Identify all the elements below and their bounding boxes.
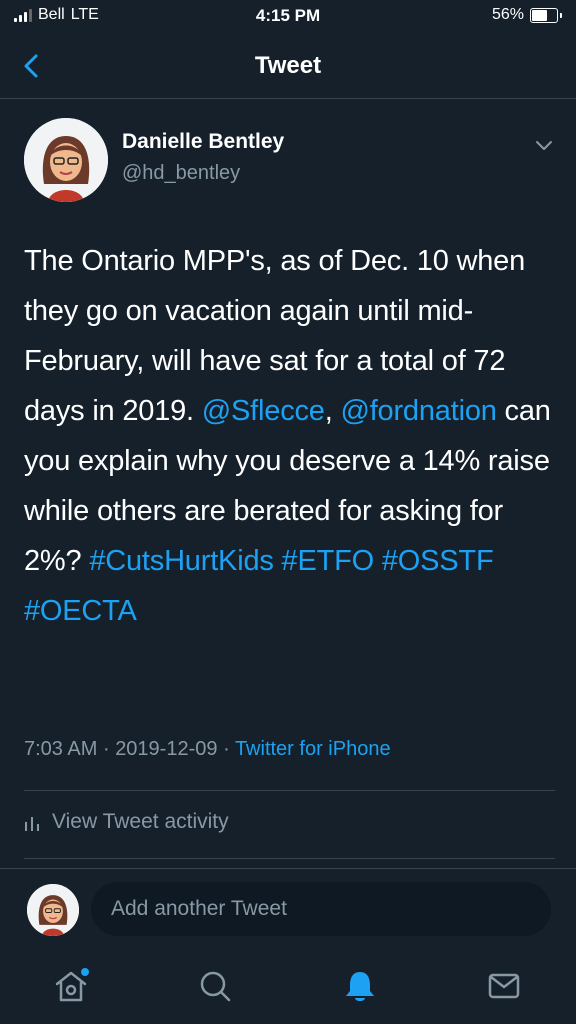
tweet-source-link[interactable]: Twitter for iPhone — [235, 738, 391, 760]
tweet-date: 2019-12-09 — [115, 738, 218, 760]
battery-icon — [530, 7, 558, 23]
tab-home[interactable] — [51, 966, 91, 1006]
author-avatar[interactable] — [24, 118, 108, 202]
tab-bar — [0, 950, 576, 1024]
divider — [0, 868, 576, 869]
battery-percent: 56% — [491, 6, 524, 23]
divider — [24, 790, 555, 791]
view-activity-button[interactable]: View Tweet activity — [24, 810, 229, 834]
meta-separator: · — [223, 738, 230, 760]
tab-search[interactable] — [195, 966, 235, 1006]
chevron-down-icon — [536, 141, 552, 150]
home-icon — [55, 968, 89, 1002]
mention-link[interactable]: @fordnation — [340, 395, 496, 427]
tweet-options-button[interactable] — [534, 138, 554, 152]
tweet-comma: , — [324, 395, 333, 427]
view-activity-label: View Tweet activity — [52, 810, 229, 833]
hashtag-link[interactable]: #CutsHurtKids — [89, 545, 274, 577]
hashtag-link[interactable]: #ETFO — [282, 545, 375, 577]
battery-info: 56% — [492, 6, 562, 24]
tweet-text: The Ontario MPP's, as of Dec. 10 when th… — [24, 236, 558, 636]
nav-bar: Tweet — [0, 34, 576, 99]
tweet-time: 7:03 AM — [24, 738, 98, 760]
avatar-icon — [27, 884, 79, 936]
tab-messages[interactable] — [484, 966, 524, 1006]
add-tweet-input[interactable]: Add another Tweet — [91, 882, 551, 936]
hashtag-link[interactable]: #OECTA — [24, 595, 137, 627]
divider — [24, 858, 555, 859]
tweet-meta: 7:03 AM · 2019-12-09 · Twitter for iPhon… — [24, 738, 391, 761]
messages-icon — [488, 973, 520, 999]
avatar-icon — [24, 118, 108, 202]
notifications-icon — [346, 972, 374, 1001]
status-bar: Bell LTE 4:15 PM 56% — [0, 0, 576, 34]
composer-avatar[interactable] — [25, 882, 81, 938]
tab-notifications[interactable] — [340, 966, 380, 1006]
author-handle[interactable]: @hd_bentley — [122, 162, 240, 185]
search-icon — [200, 971, 231, 1002]
meta-separator: · — [102, 738, 110, 760]
author-name[interactable]: Danielle Bentley — [122, 130, 284, 154]
mention-link[interactable]: @Sflecce — [202, 395, 325, 427]
page-title: Tweet — [254, 52, 322, 79]
hashtag-link[interactable]: #OSSTF — [382, 545, 494, 577]
status-time: 4:15 PM — [255, 6, 321, 25]
activity-bars-icon — [25, 817, 39, 831]
